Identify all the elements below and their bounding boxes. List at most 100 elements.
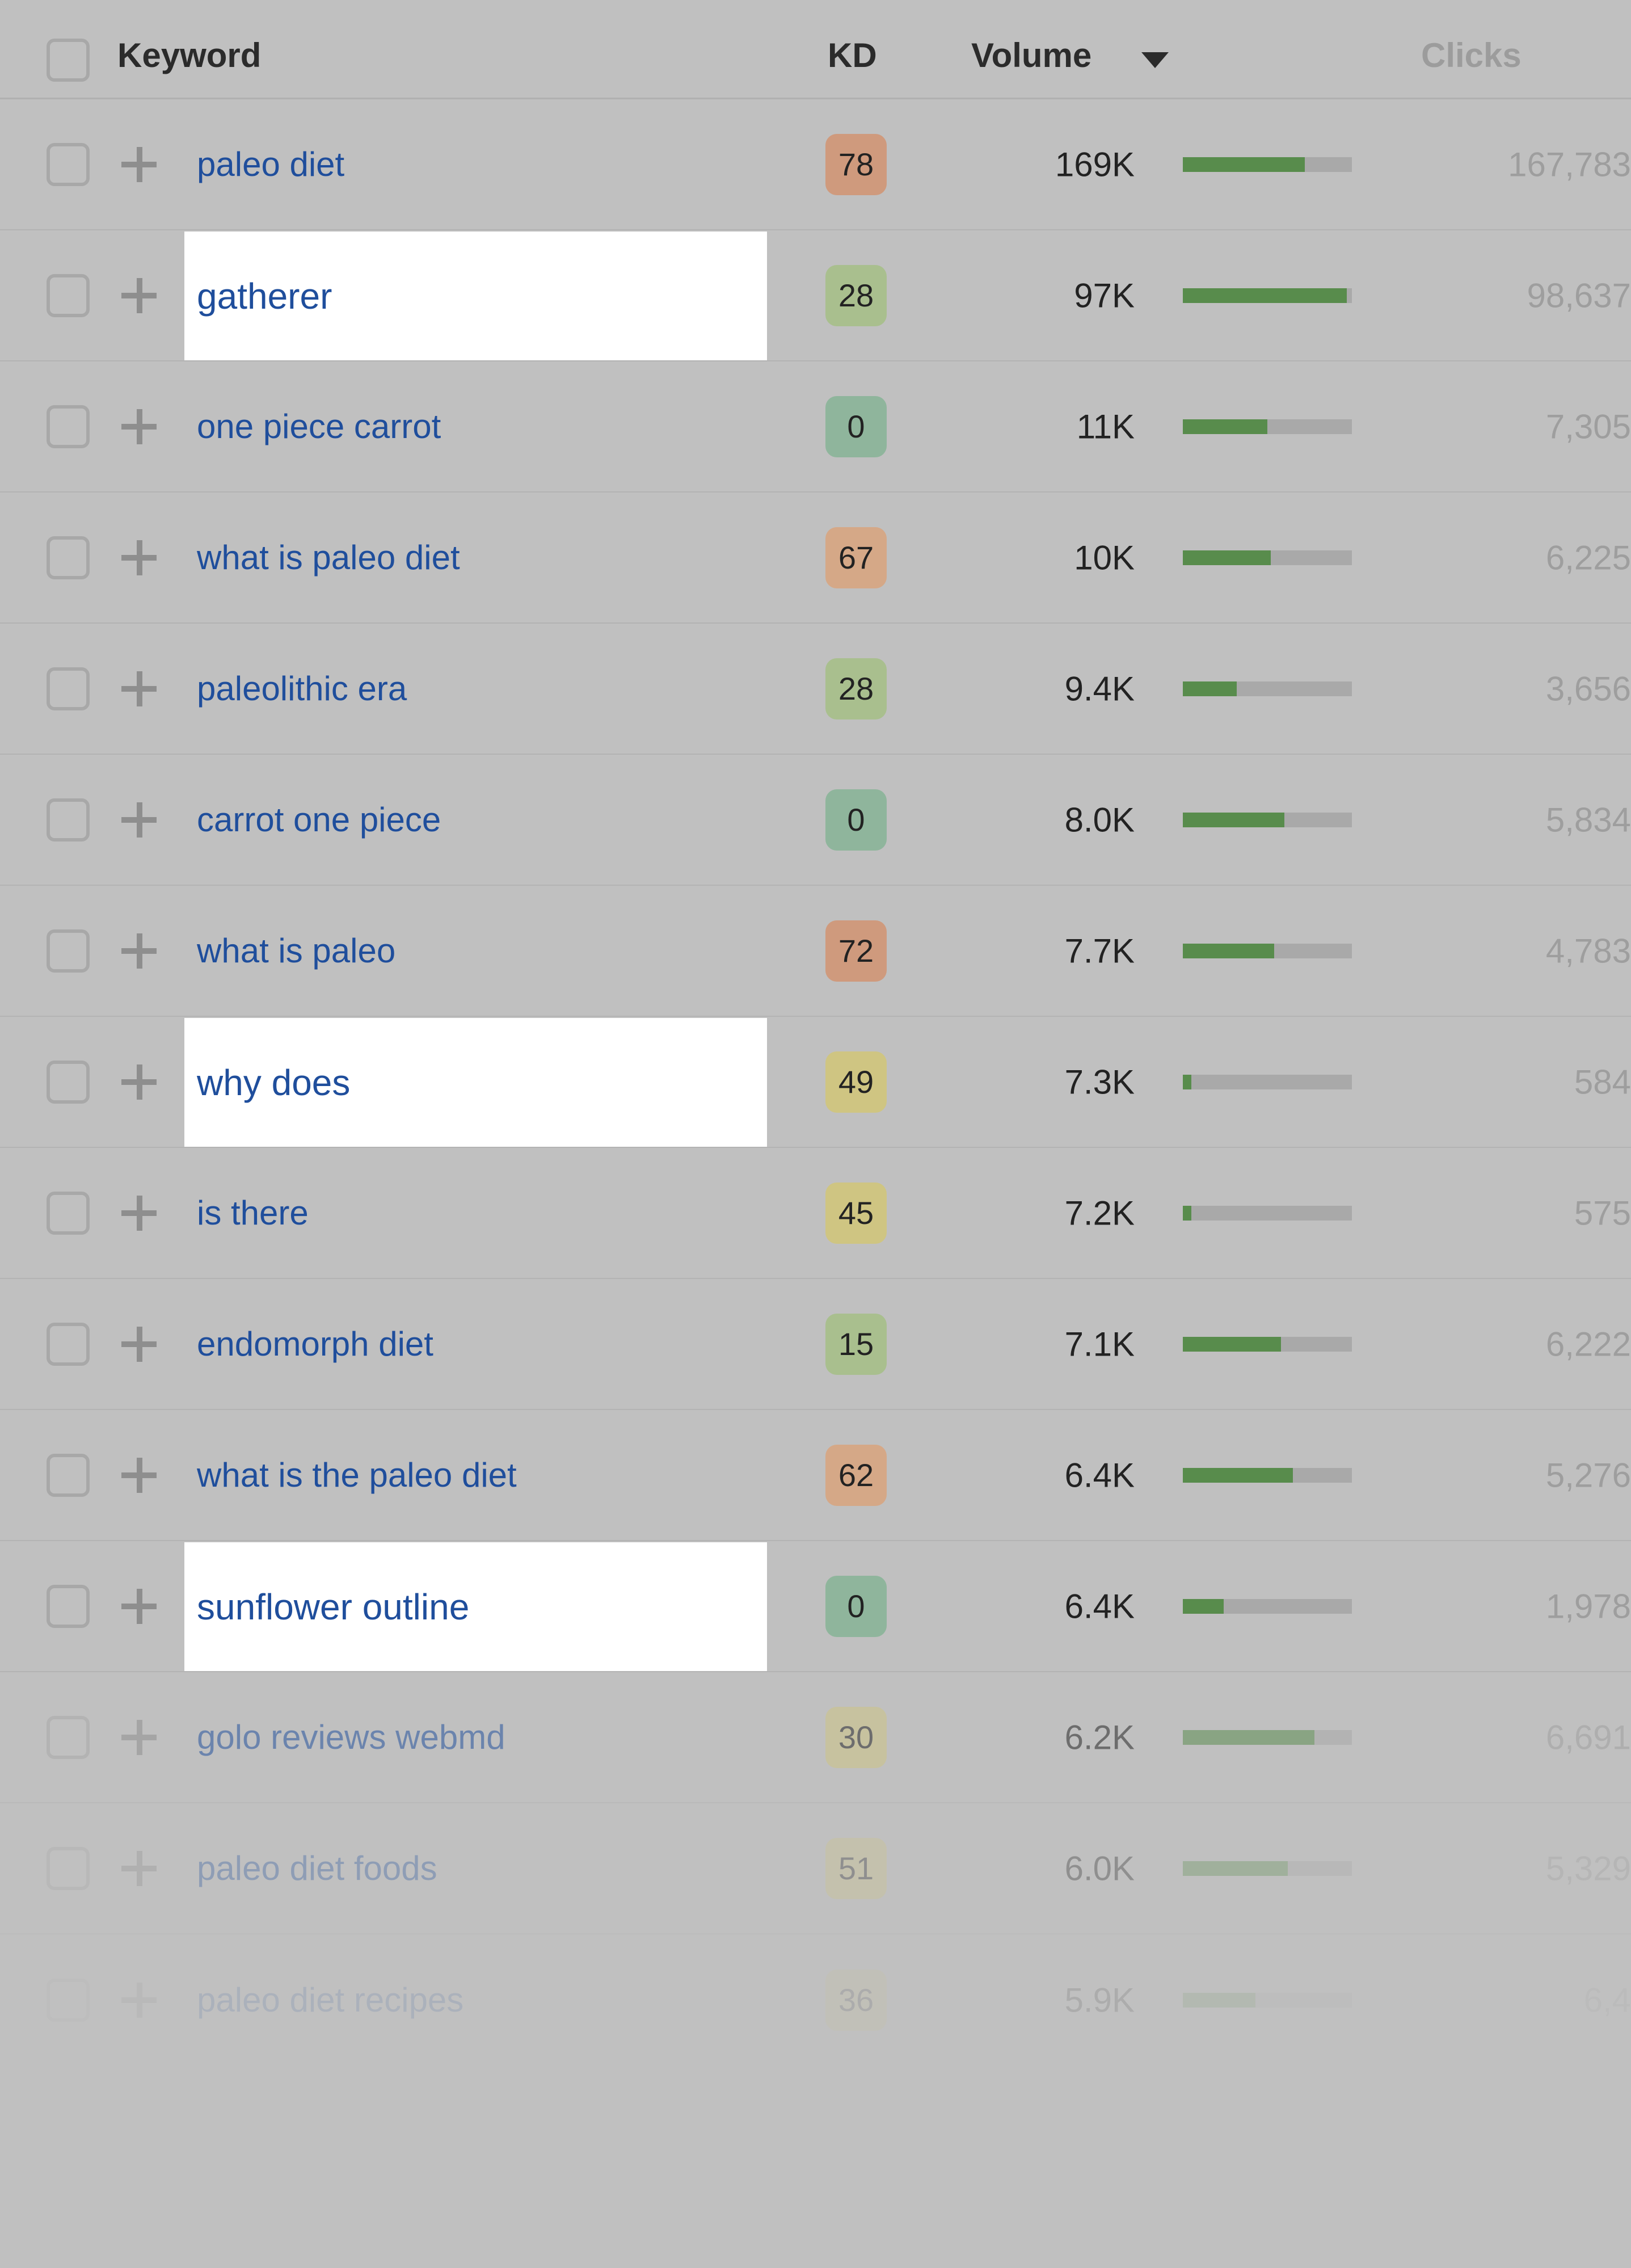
plus-icon[interactable] — [121, 1850, 157, 1886]
volume-bar — [1183, 943, 1352, 958]
column-header-kd[interactable]: KD — [828, 36, 877, 75]
plus-icon[interactable] — [121, 1326, 157, 1362]
volume-value: 7.3K — [1064, 1063, 1135, 1101]
row-checkbox[interactable] — [47, 1060, 90, 1104]
volume-bar-fill — [1183, 1336, 1281, 1352]
table-row[interactable]: golo reviews webmd 30 6.2K 6,691 — [0, 1672, 1631, 1803]
clicks-value: 6,222 — [1545, 1325, 1631, 1363]
clicks-value: 1,978 — [1545, 1587, 1631, 1625]
plus-icon[interactable] — [121, 802, 157, 838]
plus-icon[interactable] — [121, 277, 157, 313]
select-all-checkbox[interactable] — [47, 39, 90, 82]
volume-bar-fill — [1183, 157, 1305, 172]
column-header-clicks[interactable]: Clicks — [1421, 36, 1522, 75]
volume-bar — [1183, 812, 1352, 827]
clicks-value: 6,691 — [1545, 1718, 1631, 1756]
column-header-volume[interactable]: Volume — [971, 36, 1091, 75]
volume-value: 5.9K — [1064, 1981, 1135, 2019]
keyword-link[interactable]: paleo diet foods — [197, 1851, 437, 1886]
clicks-value: 98,637 — [1527, 276, 1631, 314]
keyword-link[interactable]: what is paleo — [197, 933, 395, 968]
row-checkbox[interactable] — [47, 273, 90, 317]
plus-icon[interactable] — [121, 1457, 157, 1493]
clicks-value: 5,329 — [1545, 1849, 1631, 1887]
kd-badge: 62 — [825, 1444, 887, 1506]
volume-value: 6.2K — [1064, 1718, 1135, 1756]
table-row[interactable]: paleo diet foods 51 6.0K 5,329 — [0, 1803, 1631, 1934]
row-checkbox[interactable] — [47, 142, 90, 186]
kd-badge: 67 — [825, 527, 887, 588]
keyword-link[interactable]: endomorph diet — [197, 1327, 433, 1361]
keyword-link[interactable]: one piece carrot — [197, 409, 441, 444]
kd-badge: 36 — [825, 1969, 887, 2031]
keyword-link[interactable]: is there — [197, 1196, 309, 1230]
row-checkbox[interactable] — [47, 1978, 90, 2022]
volume-bar-fill — [1183, 943, 1274, 958]
plus-icon[interactable] — [121, 409, 157, 444]
volume-value: 6.0K — [1064, 1849, 1135, 1887]
table-row[interactable]: is there 45 7.2K 575 — [0, 1148, 1631, 1279]
keyword-explorer-table: Keyword KD Volume Clicks paleo diet 78 169… — [0, 0, 1631, 2268]
volume-bar-fill — [1183, 812, 1284, 827]
plus-icon[interactable] — [121, 1195, 157, 1231]
row-checkbox[interactable] — [47, 1453, 90, 1497]
table-row[interactable]: what is paleo diet 67 10K 6,225 — [0, 493, 1631, 624]
volume-bar-fill — [1183, 288, 1347, 303]
table-row[interactable]: carrot one piece 0 8.0K 5,834 — [0, 755, 1631, 886]
volume-bar — [1183, 1074, 1352, 1089]
plus-icon[interactable] — [121, 933, 157, 969]
plus-icon[interactable] — [121, 540, 157, 575]
row-checkbox[interactable] — [47, 1584, 90, 1628]
volume-bar — [1183, 1861, 1352, 1876]
keyword-link[interactable]: what is paleo diet — [197, 540, 460, 575]
plus-icon[interactable] — [121, 1982, 157, 2018]
keyword-link[interactable]: carrot one piece — [197, 802, 441, 837]
volume-bar-fill — [1183, 1730, 1315, 1745]
row-checkbox[interactable] — [47, 1715, 90, 1759]
volume-bar-fill — [1183, 1992, 1256, 2008]
table-row[interactable]: paleo diet recipes 36 5.9K 6,4 — [0, 1934, 1631, 2065]
row-checkbox[interactable] — [47, 1846, 90, 1890]
keyword-link[interactable]: golo reviews webmd — [197, 1720, 505, 1754]
highlighted-keyword-callout[interactable]: why does — [184, 1018, 767, 1147]
table-row[interactable]: paleolithic era 28 9.4K 3,656 — [0, 624, 1631, 755]
row-checkbox[interactable] — [47, 536, 90, 579]
kd-badge: 78 — [825, 133, 887, 195]
table-row[interactable]: endomorph diet 15 7.1K 6,222 — [0, 1279, 1631, 1410]
volume-bar — [1183, 1992, 1352, 2008]
row-checkbox[interactable] — [47, 1191, 90, 1235]
kd-badge: 0 — [825, 1575, 887, 1637]
caret-down-icon[interactable] — [1141, 52, 1169, 68]
plus-icon[interactable] — [121, 671, 157, 706]
plus-icon[interactable] — [121, 1588, 157, 1624]
column-header-keyword[interactable]: Keyword — [117, 36, 261, 75]
plus-icon[interactable] — [121, 146, 157, 182]
row-checkbox[interactable] — [47, 667, 90, 710]
row-checkbox[interactable] — [47, 798, 90, 841]
table-row[interactable]: paleo diet 78 169K 167,783 — [0, 99, 1631, 230]
highlighted-keyword-callout[interactable]: sunflower outline — [184, 1542, 767, 1671]
keyword-link[interactable]: paleolithic era — [197, 671, 407, 706]
keyword-link[interactable]: what is the paleo diet — [197, 1458, 517, 1492]
clicks-value: 5,276 — [1545, 1456, 1631, 1494]
kd-badge: 72 — [825, 920, 887, 982]
volume-value: 6.4K — [1064, 1587, 1135, 1625]
row-checkbox[interactable] — [47, 405, 90, 448]
table-row[interactable]: what is paleo 72 7.7K 4,783 — [0, 886, 1631, 1017]
volume-value: 7.7K — [1064, 932, 1135, 970]
volume-value: 6.4K — [1064, 1456, 1135, 1494]
clicks-value: 6,225 — [1545, 538, 1631, 577]
plus-icon[interactable] — [121, 1719, 157, 1755]
plus-icon[interactable] — [121, 1064, 157, 1100]
keyword-link[interactable]: paleo diet recipes — [197, 1983, 463, 2017]
keyword-link[interactable]: paleo diet — [197, 147, 344, 182]
row-checkbox[interactable] — [47, 929, 90, 973]
row-checkbox[interactable] — [47, 1322, 90, 1366]
clicks-value: 5,834 — [1545, 801, 1631, 839]
volume-bar-fill — [1183, 1205, 1191, 1221]
kd-badge: 28 — [825, 658, 887, 719]
table-row[interactable]: one piece carrot 0 11K 7,305 — [0, 361, 1631, 493]
table-row[interactable]: what is the paleo diet 62 6.4K 5,276 — [0, 1410, 1631, 1541]
highlighted-keyword-callout[interactable]: gatherer — [184, 232, 767, 360]
volume-value: 97K — [1074, 276, 1135, 314]
